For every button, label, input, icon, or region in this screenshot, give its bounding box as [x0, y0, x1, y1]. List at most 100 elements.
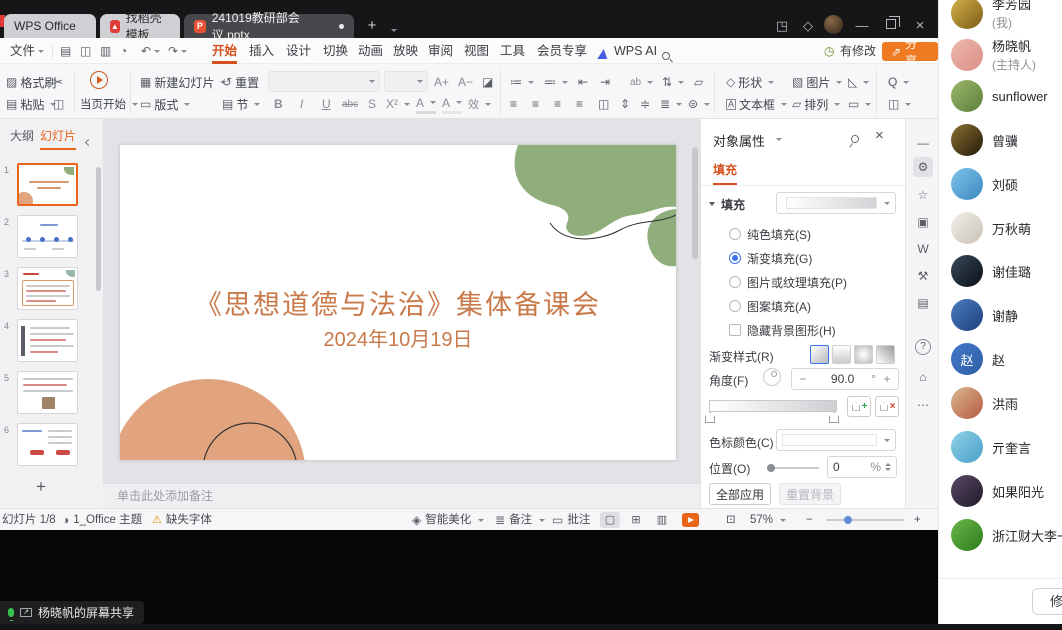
- increase-font-button[interactable]: A+: [434, 72, 449, 92]
- skin-icon[interactable]: ⌂: [913, 367, 933, 387]
- panel-close-icon[interactable]: ×: [875, 127, 884, 144]
- position-slider[interactable]: [767, 467, 819, 469]
- fill-preview-select[interactable]: [776, 192, 896, 214]
- save-icon[interactable]: ▤: [60, 43, 71, 59]
- angle-dial[interactable]: [763, 368, 781, 389]
- numbering-button[interactable]: ≕: [544, 72, 568, 92]
- print-icon[interactable]: ▥: [100, 43, 111, 59]
- layout-button[interactable]: ▭版式: [140, 94, 190, 114]
- slide-thumbnail-4[interactable]: [17, 319, 78, 362]
- gradient-stop-end[interactable]: [829, 412, 839, 423]
- font-family-select[interactable]: [268, 71, 380, 92]
- slide-date[interactable]: 2024年10月19日: [120, 323, 676, 352]
- position-value[interactable]: 0: [833, 460, 870, 474]
- textbox-button[interactable]: A文本框: [726, 94, 787, 114]
- zoom-out-button[interactable]: −: [806, 513, 813, 527]
- increase-indent-button[interactable]: ⇥: [600, 72, 610, 92]
- participant-row[interactable]: 曾骥: [951, 124, 1018, 156]
- participant-row[interactable]: 洪雨: [951, 387, 1018, 419]
- shadow-button[interactable]: S: [368, 94, 376, 114]
- tab-fill[interactable]: 填充: [713, 161, 737, 185]
- menu-slideshow[interactable]: 放映: [393, 43, 418, 64]
- print-preview-icon[interactable]: ◔: [120, 43, 127, 59]
- tab-docer-template[interactable]: ▲找稻壳模板: [100, 14, 180, 38]
- new-slide-button[interactable]: ▦新建幻灯片: [140, 72, 226, 92]
- add-slide-button[interactable]: +: [36, 477, 46, 497]
- window-button[interactable]: ◫: [888, 94, 911, 114]
- tab-slides[interactable]: 幻灯片: [40, 127, 76, 150]
- search-icon[interactable]: [662, 47, 670, 65]
- zoom-slider-handle[interactable]: [844, 516, 852, 524]
- minimize-button[interactable]: —: [852, 16, 872, 36]
- underline-button[interactable]: U: [322, 94, 331, 114]
- tab-outline[interactable]: 大纲: [10, 127, 34, 144]
- fill-option-pattern[interactable]: 图案填充(A): [729, 297, 811, 315]
- panel-title-chevron-icon[interactable]: [776, 138, 782, 141]
- superscript-button[interactable]: X²: [386, 94, 410, 114]
- add-stop-button[interactable]: +: [847, 396, 871, 417]
- gradient-style-1[interactable]: [810, 345, 829, 364]
- menu-file[interactable]: 文件: [10, 43, 44, 64]
- properties-icon[interactable]: ⚙: [913, 157, 933, 177]
- sidebar-scrollbar[interactable]: [96, 167, 101, 291]
- menu-view[interactable]: 视图: [464, 43, 489, 64]
- align-center-button[interactable]: ≡: [532, 94, 539, 114]
- clear-format-button[interactable]: ◪: [482, 72, 493, 92]
- tab-wps-office[interactable]: WPS Office: [4, 14, 96, 38]
- help-icon[interactable]: ?: [915, 339, 931, 355]
- reset-background-button[interactable]: 重置背景: [779, 483, 841, 505]
- fill-section-header[interactable]: 填充: [709, 195, 745, 213]
- fill-button[interactable]: ◺: [848, 72, 869, 92]
- angle-stepper[interactable]: − 90.0 ° +: [791, 368, 899, 390]
- menu-design[interactable]: 设计: [286, 43, 311, 64]
- cube-icon[interactable]: ◇: [798, 16, 818, 36]
- stop-color-select[interactable]: [776, 429, 896, 451]
- slide-title[interactable]: 《思想道德与法治》集体备课会: [120, 283, 676, 322]
- menu-tools[interactable]: 工具: [500, 43, 525, 64]
- spinner-arrows-icon[interactable]: [885, 463, 891, 471]
- position-spinbox[interactable]: 0 %: [827, 456, 897, 478]
- export-icon[interactable]: ◫: [80, 43, 91, 59]
- notes-button[interactable]: ≣备注: [495, 513, 545, 527]
- current-slide[interactable]: 《思想道德与法治》集体备课会 2024年10月19日: [120, 145, 676, 460]
- participant-row[interactable]: 刘硕: [951, 168, 1018, 200]
- find-button[interactable]: Q: [888, 72, 909, 92]
- gradient-stop-start[interactable]: [705, 412, 715, 423]
- highlight-button[interactable]: A: [442, 94, 462, 114]
- character-spacing-button[interactable]: ⇅: [662, 72, 684, 92]
- font-color-button[interactable]: A: [416, 94, 436, 114]
- selection-pane-icon[interactable]: ▣: [913, 212, 933, 232]
- text-effect-button[interactable]: 效: [468, 94, 491, 114]
- zoom-slider[interactable]: [826, 519, 904, 521]
- columns-button[interactable]: ◫: [598, 94, 609, 114]
- angle-minus[interactable]: −: [792, 372, 814, 386]
- pinyin-button[interactable]: ab: [630, 72, 653, 92]
- menu-transition[interactable]: 切换: [323, 43, 348, 64]
- cut-button[interactable]: ✂: [53, 72, 63, 92]
- decrease-indent-button[interactable]: ⇤: [578, 72, 588, 92]
- share-button[interactable]: ⇗分享: [882, 42, 938, 61]
- remove-stop-button[interactable]: ×: [875, 396, 899, 417]
- undo-icon[interactable]: ↶: [141, 43, 160, 59]
- zoom-in-button[interactable]: +: [914, 513, 921, 527]
- participant-row[interactable]: 万秋萌: [951, 212, 1031, 244]
- reference-icon[interactable]: ▤: [913, 293, 933, 313]
- italic-button[interactable]: I: [300, 94, 303, 114]
- zoom-level[interactable]: 57%: [750, 513, 786, 527]
- slide-sorter-view-button[interactable]: ⊞: [626, 512, 646, 528]
- switch-window-icon[interactable]: ◳: [772, 16, 792, 36]
- slide-thumbnail-2[interactable]: [17, 215, 78, 258]
- format-painter-button[interactable]: ▨格式刷: [6, 72, 56, 92]
- shapes-button[interactable]: ◇形状: [726, 72, 774, 92]
- align-justify-button[interactable]: ≡: [576, 94, 583, 114]
- menu-insert[interactable]: 插入: [249, 43, 274, 64]
- missing-font-warning[interactable]: ⚠缺失字体: [152, 513, 212, 527]
- fill-option-solid[interactable]: 纯色填充(S): [729, 225, 811, 243]
- redo-icon[interactable]: ↷: [168, 43, 187, 59]
- participant-row[interactable]: 赵赵: [951, 343, 1005, 375]
- slide-size-button[interactable]: ▭: [848, 94, 871, 114]
- normal-view-button[interactable]: ▢: [600, 512, 620, 528]
- font-size-select[interactable]: [384, 71, 428, 92]
- slide-thumbnail-1[interactable]: [17, 163, 78, 206]
- participant-row[interactable]: 杨晓帆(主持人): [951, 36, 1036, 73]
